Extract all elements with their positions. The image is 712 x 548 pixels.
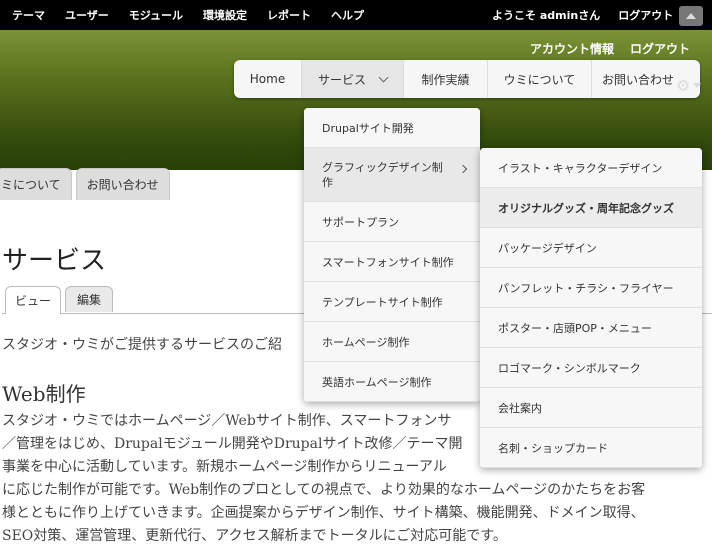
submenu-item-logo[interactable]: ロゴマーク・シンボルマーク bbox=[480, 348, 702, 388]
submenu-item-poster[interactable]: ポスター・店頭POP・メニュー bbox=[480, 308, 702, 348]
intro-text: スタジオ・ウミがご提供するサービスのご紹 bbox=[2, 337, 282, 353]
toolbar-help-link[interactable]: ヘルプ bbox=[331, 7, 364, 23]
submenu-item-pamphlet[interactable]: パンフレット・チラシ・フライヤー bbox=[480, 268, 702, 308]
toolbar-logout-link[interactable]: ログアウト bbox=[618, 7, 673, 23]
services-dropdown: Drupalサイト開発 グラフィックデザイン制作 サポートプラン スマートフォン… bbox=[304, 108, 480, 402]
nav-item-services[interactable]: サービス bbox=[302, 60, 404, 98]
toolbar-reports-link[interactable]: レポート bbox=[267, 7, 311, 23]
toolbar-toggle-icon[interactable] bbox=[679, 6, 703, 26]
nav-item-about[interactable]: ウミについて bbox=[488, 60, 592, 98]
graphic-submenu: イラスト・キャラクターデザイン オリジナルグッズ・周年記念グッズ パッケージデザ… bbox=[480, 148, 702, 468]
submenu-item-illustration[interactable]: イラスト・キャラクターデザイン bbox=[480, 148, 702, 188]
logout-link[interactable]: ログアウト bbox=[630, 40, 690, 57]
admin-toolbar: テーマ ユーザー モジュール 環境設定 レポート ヘルプ ようこそ adminさ… bbox=[0, 0, 712, 30]
dropdown-item-template[interactable]: テンプレートサイト制作 bbox=[304, 282, 480, 322]
main-nav: Home サービス 制作実績 ウミについて お問い合わせ bbox=[234, 60, 700, 98]
welcome-text: ようこそ adminさん bbox=[492, 9, 601, 22]
chevron-down-icon bbox=[378, 72, 389, 82]
dropdown-item-english[interactable]: 英語ホームページ制作 bbox=[304, 362, 480, 402]
header-tab-about[interactable]: ミについて bbox=[0, 168, 72, 200]
tab-view[interactable]: ビュー bbox=[5, 286, 61, 314]
submenu-item-company[interactable]: 会社案内 bbox=[480, 388, 702, 428]
dropdown-item-smartphone[interactable]: スマートフォンサイト制作 bbox=[304, 242, 480, 282]
toolbar-user: ようこそ adminさん ログアウト bbox=[492, 0, 673, 30]
submenu-item-card[interactable]: 名刺・ショップカード bbox=[480, 428, 702, 468]
dropdown-item-label: グラフィックデザイン制作 bbox=[322, 161, 443, 189]
toolbar-modules-link[interactable]: モジュール bbox=[129, 7, 183, 23]
chevron-right-icon bbox=[458, 164, 468, 174]
toolbar-theme-link[interactable]: テーマ bbox=[12, 7, 45, 23]
body-line: に応じた制作が可能です。Web制作のプロとしての視点で、より効果的なホームページ… bbox=[2, 482, 646, 498]
section-heading: Web制作 bbox=[2, 382, 86, 406]
secondary-menu: アカウント情報 ログアウト bbox=[514, 40, 690, 57]
toolbar-config-link[interactable]: 環境設定 bbox=[203, 7, 247, 23]
nav-item-home[interactable]: Home bbox=[234, 60, 302, 98]
header-tab-contact[interactable]: お問い合わせ bbox=[75, 168, 170, 200]
submenu-item-package[interactable]: パッケージデザイン bbox=[480, 228, 702, 268]
nav-label: お問い合わせ bbox=[602, 72, 675, 87]
nav-label: 制作実績 bbox=[421, 72, 470, 87]
nav-item-works[interactable]: 制作実績 bbox=[404, 60, 488, 98]
header-tabs: ミについて お問い合わせ bbox=[0, 168, 174, 200]
body-line: 様とともに作り上げていきます。企画提案からデザイン制作、サイト構築、機能開発、ド… bbox=[2, 505, 645, 521]
account-link[interactable]: アカウント情報 bbox=[530, 40, 614, 57]
toolbar-users-link[interactable]: ユーザー bbox=[65, 7, 109, 23]
nav-label: Home bbox=[249, 72, 286, 86]
dropdown-item-support[interactable]: サポートプラン bbox=[304, 202, 480, 242]
tab-edit[interactable]: 編集 bbox=[65, 286, 113, 312]
nav-label: ウミについて bbox=[503, 72, 576, 87]
dropdown-item-drupal[interactable]: Drupalサイト開発 bbox=[304, 108, 480, 148]
caret-down-icon[interactable] bbox=[693, 83, 701, 88]
submenu-item-goods[interactable]: オリジナルグッズ・周年記念グッズ bbox=[480, 188, 702, 228]
nav-label: サービス bbox=[317, 72, 366, 87]
page-title: サービス bbox=[2, 246, 107, 276]
body-line: SEO対策、運営管理、更新代行、アクセス解析までトータルにご対応可能です。 bbox=[2, 528, 507, 544]
gear-icon[interactable]: ⚙ bbox=[676, 76, 690, 95]
dropdown-item-homepage[interactable]: ホームページ制作 bbox=[304, 322, 480, 362]
dropdown-item-graphic[interactable]: グラフィックデザイン制作 bbox=[304, 148, 480, 202]
toolbar-menu: テーマ ユーザー モジュール 環境設定 レポート ヘルプ bbox=[0, 0, 372, 30]
